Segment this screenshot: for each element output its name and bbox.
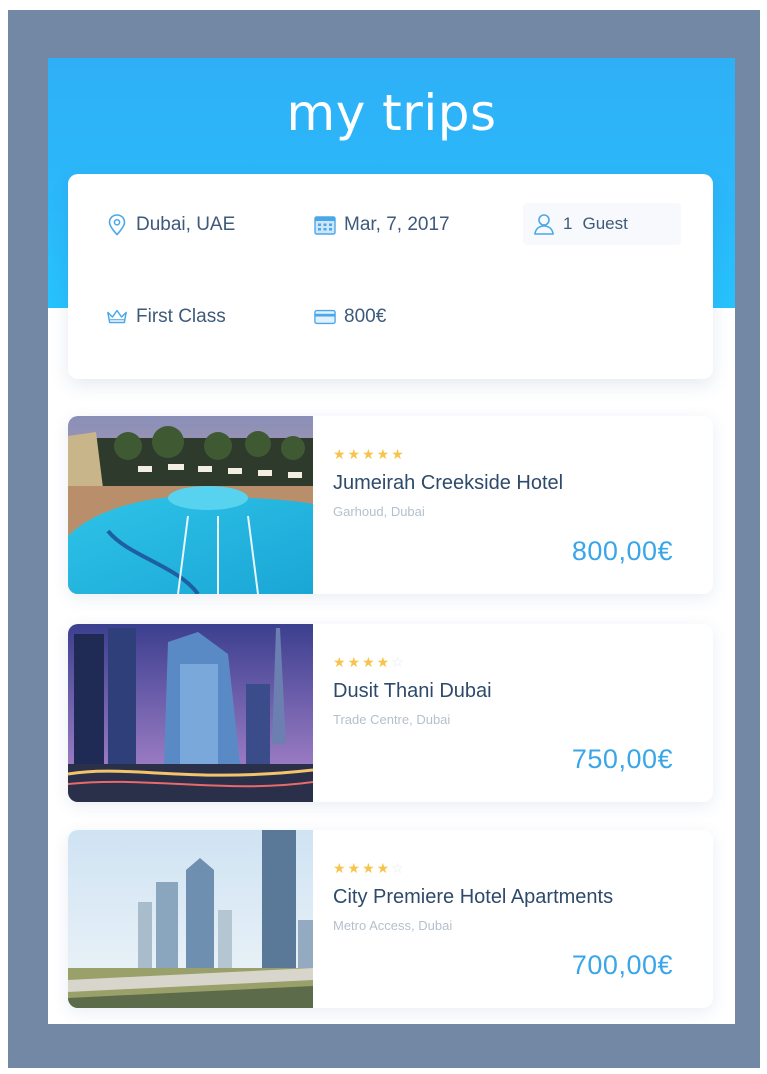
page-title: my trips: [286, 84, 497, 142]
location-value: Dubai, UAE: [136, 214, 236, 235]
map-pin-icon: [106, 214, 128, 236]
guests-count: 1: [563, 214, 573, 233]
hotel-area: Trade Centre, Dubai: [333, 712, 451, 727]
app-screen: my trips Dubai, UAE Mar, 7, 2017 1 Guest: [48, 58, 735, 1024]
budget-value: 800€: [344, 306, 387, 327]
guests-label: Guest: [582, 214, 628, 233]
hotel-photo-skyline-night: [68, 624, 313, 802]
date-value: Mar, 7, 2017: [344, 214, 450, 235]
hotel-price: 800,00€: [571, 536, 673, 566]
date-field[interactable]: Mar, 7, 2017: [314, 205, 450, 245]
hotel-name[interactable]: City Premiere Hotel Apartments: [333, 886, 613, 909]
star-rating: ★★★★☆: [333, 860, 406, 876]
guests-selector[interactable]: 1 Guest: [523, 203, 681, 245]
user-icon: [533, 213, 555, 235]
star-rating: ★★★★★: [333, 446, 406, 462]
star-rating: ★★★★☆: [333, 654, 406, 670]
class-field[interactable]: First Class: [106, 297, 226, 337]
location-field[interactable]: Dubai, UAE: [106, 205, 235, 245]
crown-icon: [106, 306, 128, 328]
hotel-card[interactable]: ★★★★☆ Dusit Thani Dubai Trade Centre, Du…: [68, 624, 713, 802]
hotel-info: ★★★★☆ City Premiere Hotel Apartments Met…: [333, 830, 713, 1008]
credit-card-icon: [314, 306, 336, 328]
hotel-info: ★★★★☆ Dusit Thani Dubai Trade Centre, Du…: [333, 624, 713, 802]
hotel-area: Garhoud, Dubai: [333, 504, 425, 519]
hotel-name[interactable]: Jumeirah Creekside Hotel: [333, 472, 563, 495]
hotel-name[interactable]: Dusit Thani Dubai: [333, 680, 492, 703]
budget-field[interactable]: 800€: [314, 297, 386, 337]
hotel-area: Metro Access, Dubai: [333, 918, 453, 933]
hotel-price: 700,00€: [571, 950, 673, 980]
trip-search-card: Dubai, UAE Mar, 7, 2017 1 Guest First Cl…: [68, 174, 713, 379]
hotel-card[interactable]: ★★★★★ Jumeirah Creekside Hotel Garhoud, …: [68, 416, 713, 594]
calendar-icon: [314, 214, 336, 236]
class-value: First Class: [136, 306, 226, 327]
hotel-card[interactable]: ★★★★☆ City Premiere Hotel Apartments Met…: [68, 830, 713, 1008]
hotel-price: 750,00€: [571, 744, 673, 774]
hotel-photo-pool: [68, 416, 313, 594]
hotel-info: ★★★★★ Jumeirah Creekside Hotel Garhoud, …: [333, 416, 713, 594]
hotel-photo-skyline-day: [68, 830, 313, 1008]
